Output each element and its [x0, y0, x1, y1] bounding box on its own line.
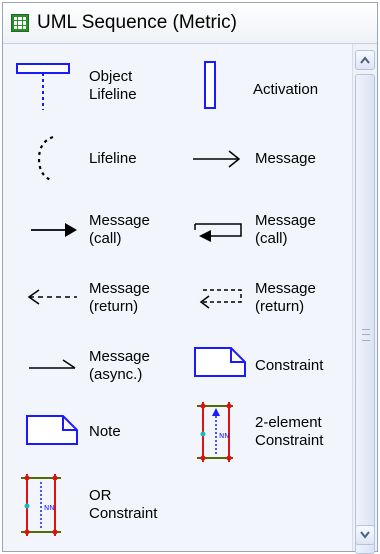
note-icon — [26, 415, 78, 445]
shape-label: Constraint — [255, 357, 324, 374]
shape-message[interactable]: Message — [193, 134, 349, 194]
shape-two-element-constraint[interactable]: NN 2-element Constraint — [193, 400, 349, 466]
shape-label: 2-element Constraint — [255, 414, 324, 449]
shape-label: Message — [255, 150, 316, 167]
shape-activation[interactable]: Activation — [199, 54, 349, 114]
stencil-title-bar[interactable]: UML Sequence (Metric) — [3, 3, 377, 44]
shape-message-async[interactable]: Message (async.) — [17, 338, 177, 398]
shape-label: Message (call) — [89, 212, 150, 247]
activation-icon — [204, 61, 216, 109]
object-lifeline-icon — [16, 63, 70, 110]
stencil-title: UML Sequence (Metric) — [37, 12, 237, 33]
message-return-self-arrow-icon — [199, 289, 242, 309]
two-element-constraint-icon: NN — [197, 402, 233, 462]
shape-or-constraint[interactable]: NN OR Constraint — [17, 472, 177, 542]
scroll-up-icon[interactable] — [355, 50, 375, 70]
shape-message-call[interactable]: Message (call) — [17, 202, 177, 262]
constraint-note-icon — [194, 347, 246, 377]
or-constraint-icon: NN — [21, 474, 61, 536]
message-return-arrow-icon — [27, 289, 77, 305]
message-arrow-icon — [193, 150, 241, 168]
shape-label: Message (async.) — [89, 348, 150, 383]
shape-object-lifeline[interactable]: Object Lifeline — [16, 54, 177, 114]
shape-label: Message (call) — [255, 212, 316, 247]
stencil-grid-icon — [11, 14, 29, 32]
shape-lifeline[interactable]: Lifeline — [17, 134, 177, 194]
scroll-down-icon[interactable] — [355, 525, 375, 545]
message-call-self-arrow-icon — [194, 223, 242, 242]
scrollbar-thumb[interactable] — [355, 74, 375, 554]
shape-label: Activation — [253, 81, 319, 98]
shape-note[interactable]: Note — [17, 408, 177, 468]
message-async-arrow-icon — [29, 359, 76, 369]
svg-text:NN: NN — [219, 432, 229, 440]
shape-label: Message (return) — [89, 280, 150, 315]
shape-label: Lifeline — [89, 150, 137, 167]
shape-message-return[interactable]: Message (return) — [17, 270, 177, 330]
scrollbar-grip-icon — [362, 329, 370, 341]
shape-message-call-self[interactable]: Message (call) — [193, 202, 349, 262]
vertical-scrollbar[interactable] — [352, 44, 377, 554]
shape-label: Object Lifeline — [89, 68, 137, 103]
stencil-panel: UML Sequence (Metric) Object Lifeline Ac… — [2, 2, 378, 554]
shape-label: Message (return) — [255, 280, 316, 315]
svg-text:NN: NN — [44, 504, 54, 512]
stencil-shape-list: Object Lifeline Activation Lifeline Mess… — [3, 44, 355, 551]
shape-message-return-self[interactable]: Message (return) — [193, 270, 349, 330]
lifeline-icon — [37, 135, 54, 183]
message-call-arrow-icon — [31, 223, 77, 237]
shape-label: OR Constraint — [89, 487, 158, 522]
shape-constraint[interactable]: Constraint — [193, 338, 349, 398]
shape-label: Note — [89, 423, 121, 440]
